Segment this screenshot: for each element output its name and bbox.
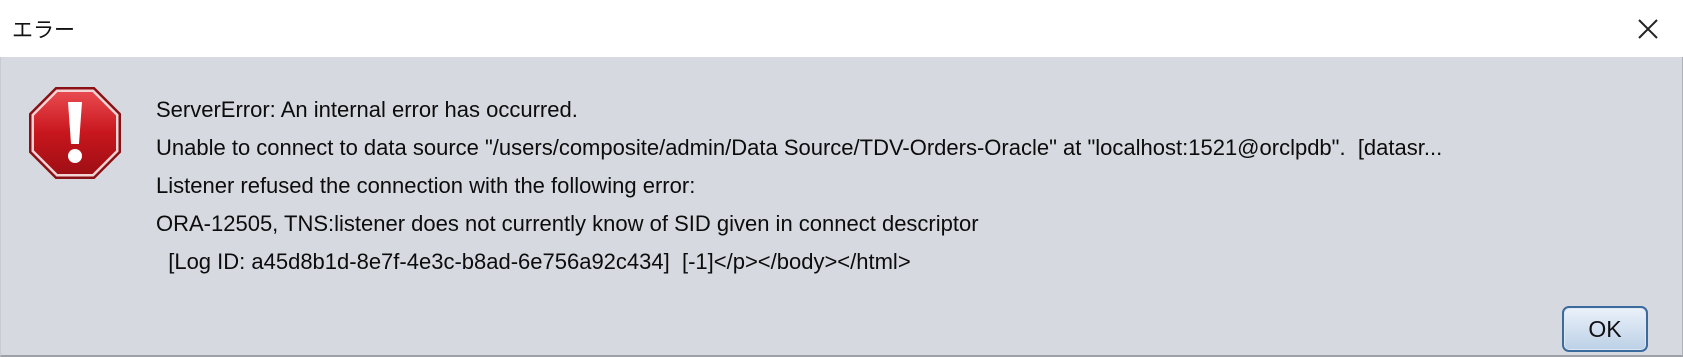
window-title: エラー bbox=[12, 18, 75, 42]
dialog-body: ServerError: An internal error has occur… bbox=[0, 57, 1683, 357]
error-message-line: ServerError: An internal error has occur… bbox=[156, 97, 578, 122]
error-dialog: エラー ServerError: An internal error has o… bbox=[0, 0, 1683, 357]
ok-button[interactable]: OK bbox=[1562, 306, 1648, 352]
error-message-line: Listener refused the connection with the… bbox=[156, 173, 696, 198]
close-button[interactable] bbox=[1613, 0, 1683, 57]
error-message-line: [Log ID: a45d8b1d-8e7f-4e3c-b8ad-6e756a9… bbox=[156, 249, 911, 274]
close-icon bbox=[1638, 18, 1658, 39]
error-stop-icon bbox=[29, 87, 121, 179]
error-message-line: Unable to connect to data source "/users… bbox=[156, 135, 1443, 160]
title-bar[interactable]: エラー bbox=[0, 0, 1683, 57]
error-message-block: ServerError: An internal error has occur… bbox=[156, 91, 1656, 281]
error-message-line: ORA-12505, TNS:listener does not current… bbox=[156, 211, 979, 236]
